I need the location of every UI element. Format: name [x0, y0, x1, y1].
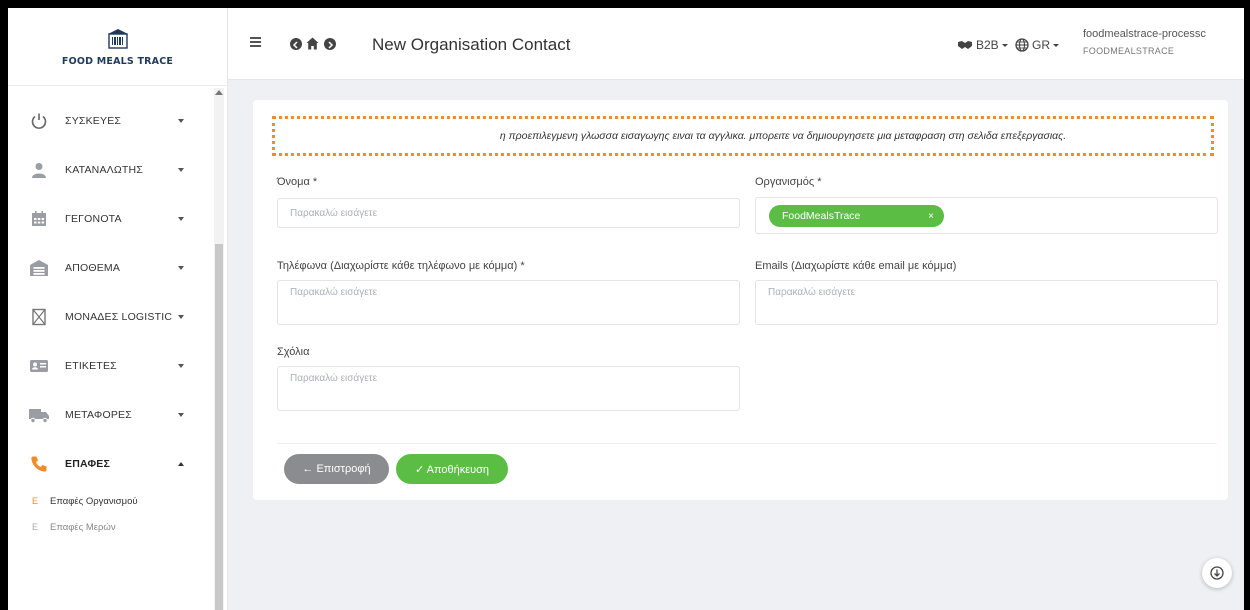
phone-icon — [28, 453, 50, 475]
caret-down-icon — [1053, 43, 1059, 47]
chevron-down-icon — [178, 216, 184, 221]
phones-field[interactable] — [277, 280, 740, 325]
chevron-down-icon — [178, 118, 184, 123]
user-name: foodmealstrace-processc — [1083, 28, 1206, 40]
sidebar-item-label: ΜΟΝΑΔΕΣ LOGISTIC — [65, 310, 173, 323]
organisation-select[interactable]: FoodMealsTrace × — [755, 197, 1218, 234]
user-menu[interactable]: foodmealstrace-processc FOODMEALSTRACE — [1083, 28, 1206, 56]
language-label: GR — [1032, 38, 1050, 52]
organisation-chip-label: FoodMealsTrace — [782, 210, 861, 222]
sidebar-item-transports[interactable]: ΜΕΤΑΦΟΡΕΣ — [8, 390, 214, 439]
calendar-icon — [28, 208, 50, 230]
subnav-letter: E — [32, 522, 39, 532]
chevron-up-icon — [178, 461, 184, 466]
scroll-up-arrow-icon[interactable] — [215, 90, 223, 95]
sidebar-item-label: ΕΤΙΚΕΤΕΣ — [65, 359, 117, 372]
language-dropdown[interactable]: GR — [1015, 38, 1059, 52]
sidebar-item-events[interactable]: ΓΕΓΟΝΟΤΑ — [8, 194, 214, 243]
b2b-dropdown[interactable]: B2B — [957, 38, 1008, 52]
sidebar-item-label: ΜΕΤΑΦΟΡΕΣ — [65, 408, 132, 421]
brand-name: FOOD MEALS TRACE — [61, 56, 174, 67]
sidebar-item-devices[interactable]: ΣΥΣΚΕΥΕΣ — [8, 96, 214, 145]
save-button[interactable]: ✓ Αποθήκευση — [396, 454, 508, 484]
b2b-label: B2B — [976, 38, 999, 52]
sidebar-item-consumer[interactable]: ΚΑΤΑΝΑΛΩΤΗΣ — [8, 145, 214, 194]
id-card-icon — [28, 355, 50, 377]
subnav-item-organisation-contacts[interactable]: E Επαφές Οργανισμού — [8, 488, 214, 514]
power-icon — [28, 110, 50, 132]
user-organisation: FOODMEALSTRACE — [1083, 46, 1175, 56]
name-field[interactable] — [277, 198, 740, 228]
sidebar-item-logistic-units[interactable]: ΜΟΝΑΔΕΣ LOGISTIC — [8, 292, 214, 341]
sidebar-item-label: ΓΕΓΟΝΟΤΑ — [65, 212, 122, 225]
box-icon — [28, 306, 50, 328]
sidebar-item-contacts[interactable]: ΕΠΑΦΕΣ — [8, 439, 214, 488]
truck-icon — [28, 404, 50, 426]
sidebar-item-labels[interactable]: ΕΤΙΚΕΤΕΣ — [8, 341, 214, 390]
handshake-icon — [958, 41, 972, 49]
back-arrow-icon[interactable] — [290, 38, 302, 50]
notice-text: η προεπιλεγμενη γλωσσα εισαγωγης ειναι τ… — [499, 130, 1067, 142]
contact-form-card: η προεπιλεγμενη γλωσσα εισαγωγης ειναι τ… — [253, 100, 1228, 500]
sidebar-item-stock[interactable]: ΑΠΟΘΕΜΑ — [8, 243, 214, 292]
sidebar-item-label: ΣΥΣΚΕΥΕΣ — [65, 114, 122, 127]
phones-label: Τηλέφωνα (Διαχωρίστε κάθε τηλέφωνο με κό… — [277, 260, 525, 272]
app-frame: FOOD MEALS TRACE ΣΥΣΚΕΥΕΣ ΚΑΤΑΝΑΛΩΤΗΣ ΓΕ… — [8, 8, 1244, 610]
back-button[interactable]: ← Επιστροφή — [284, 454, 389, 484]
translation-notice: η προεπιλεγμενη γλωσσα εισαγωγης ειναι τ… — [272, 116, 1214, 156]
organisation-label: Οργανισμός * — [755, 176, 822, 188]
organisation-chip: FoodMealsTrace × — [769, 205, 944, 227]
top-bar: New Organisation Contact B2B GR foodmeal… — [228, 8, 1244, 80]
subnav-letter: E — [32, 496, 39, 506]
sidebar-item-label: ΑΠΟΘΕΜΑ — [65, 261, 121, 274]
comments-field[interactable] — [277, 366, 740, 411]
chevron-down-icon — [178, 314, 184, 319]
form-divider — [277, 443, 1217, 444]
comments-label: Σχόλια — [277, 346, 310, 358]
sidebar-nav: ΣΥΣΚΕΥΕΣ ΚΑΤΑΝΑΛΩΤΗΣ ΓΕΓΟΝΟΤΑ ΑΠΟΘΕΜΑ ΜΟ… — [8, 96, 214, 540]
chevron-down-icon — [178, 167, 184, 172]
chevron-down-icon — [178, 265, 184, 270]
page-title: New Organisation Contact — [372, 35, 571, 54]
subnav-label: Επαφές Μερών — [50, 521, 116, 533]
chevron-down-icon — [178, 412, 184, 417]
name-label: Όνομα * — [277, 176, 318, 188]
subnav-label: Επαφές Οργανισμού — [50, 495, 138, 507]
forward-arrow-icon[interactable] — [324, 38, 336, 50]
globe-icon — [1015, 38, 1029, 52]
chevron-down-icon — [178, 363, 184, 368]
sidebar-item-label: ΚΑΤΑΝΑΛΩΤΗΣ — [65, 163, 144, 176]
brand[interactable]: FOOD MEALS TRACE — [8, 8, 227, 86]
menu-icon[interactable] — [250, 37, 261, 47]
warehouse-icon — [28, 257, 50, 279]
sidebar-item-label: ΕΠΑΦΕΣ — [65, 457, 111, 470]
close-icon[interactable]: × — [928, 211, 934, 222]
scroll-down-button[interactable] — [1202, 558, 1232, 588]
barcode-building-icon — [107, 29, 128, 49]
arrow-down-circle-icon — [1210, 566, 1224, 580]
sidebar: FOOD MEALS TRACE ΣΥΣΚΕΥΕΣ ΚΑΤΑΝΑΛΩΤΗΣ ΓΕ… — [8, 8, 228, 610]
home-icon[interactable] — [306, 37, 319, 50]
emails-field[interactable] — [755, 280, 1218, 325]
caret-down-icon — [1001, 43, 1008, 47]
sidebar-scrollbar[interactable] — [214, 88, 224, 610]
subnav-item-party-contacts[interactable]: E Επαφές Μερών — [8, 514, 214, 540]
emails-label: Emails (Διαχωρίστε κάθε email με κόμμα) — [755, 260, 957, 272]
user-icon — [28, 159, 50, 181]
sidebar-scrollbar-thumb[interactable] — [215, 244, 223, 610]
